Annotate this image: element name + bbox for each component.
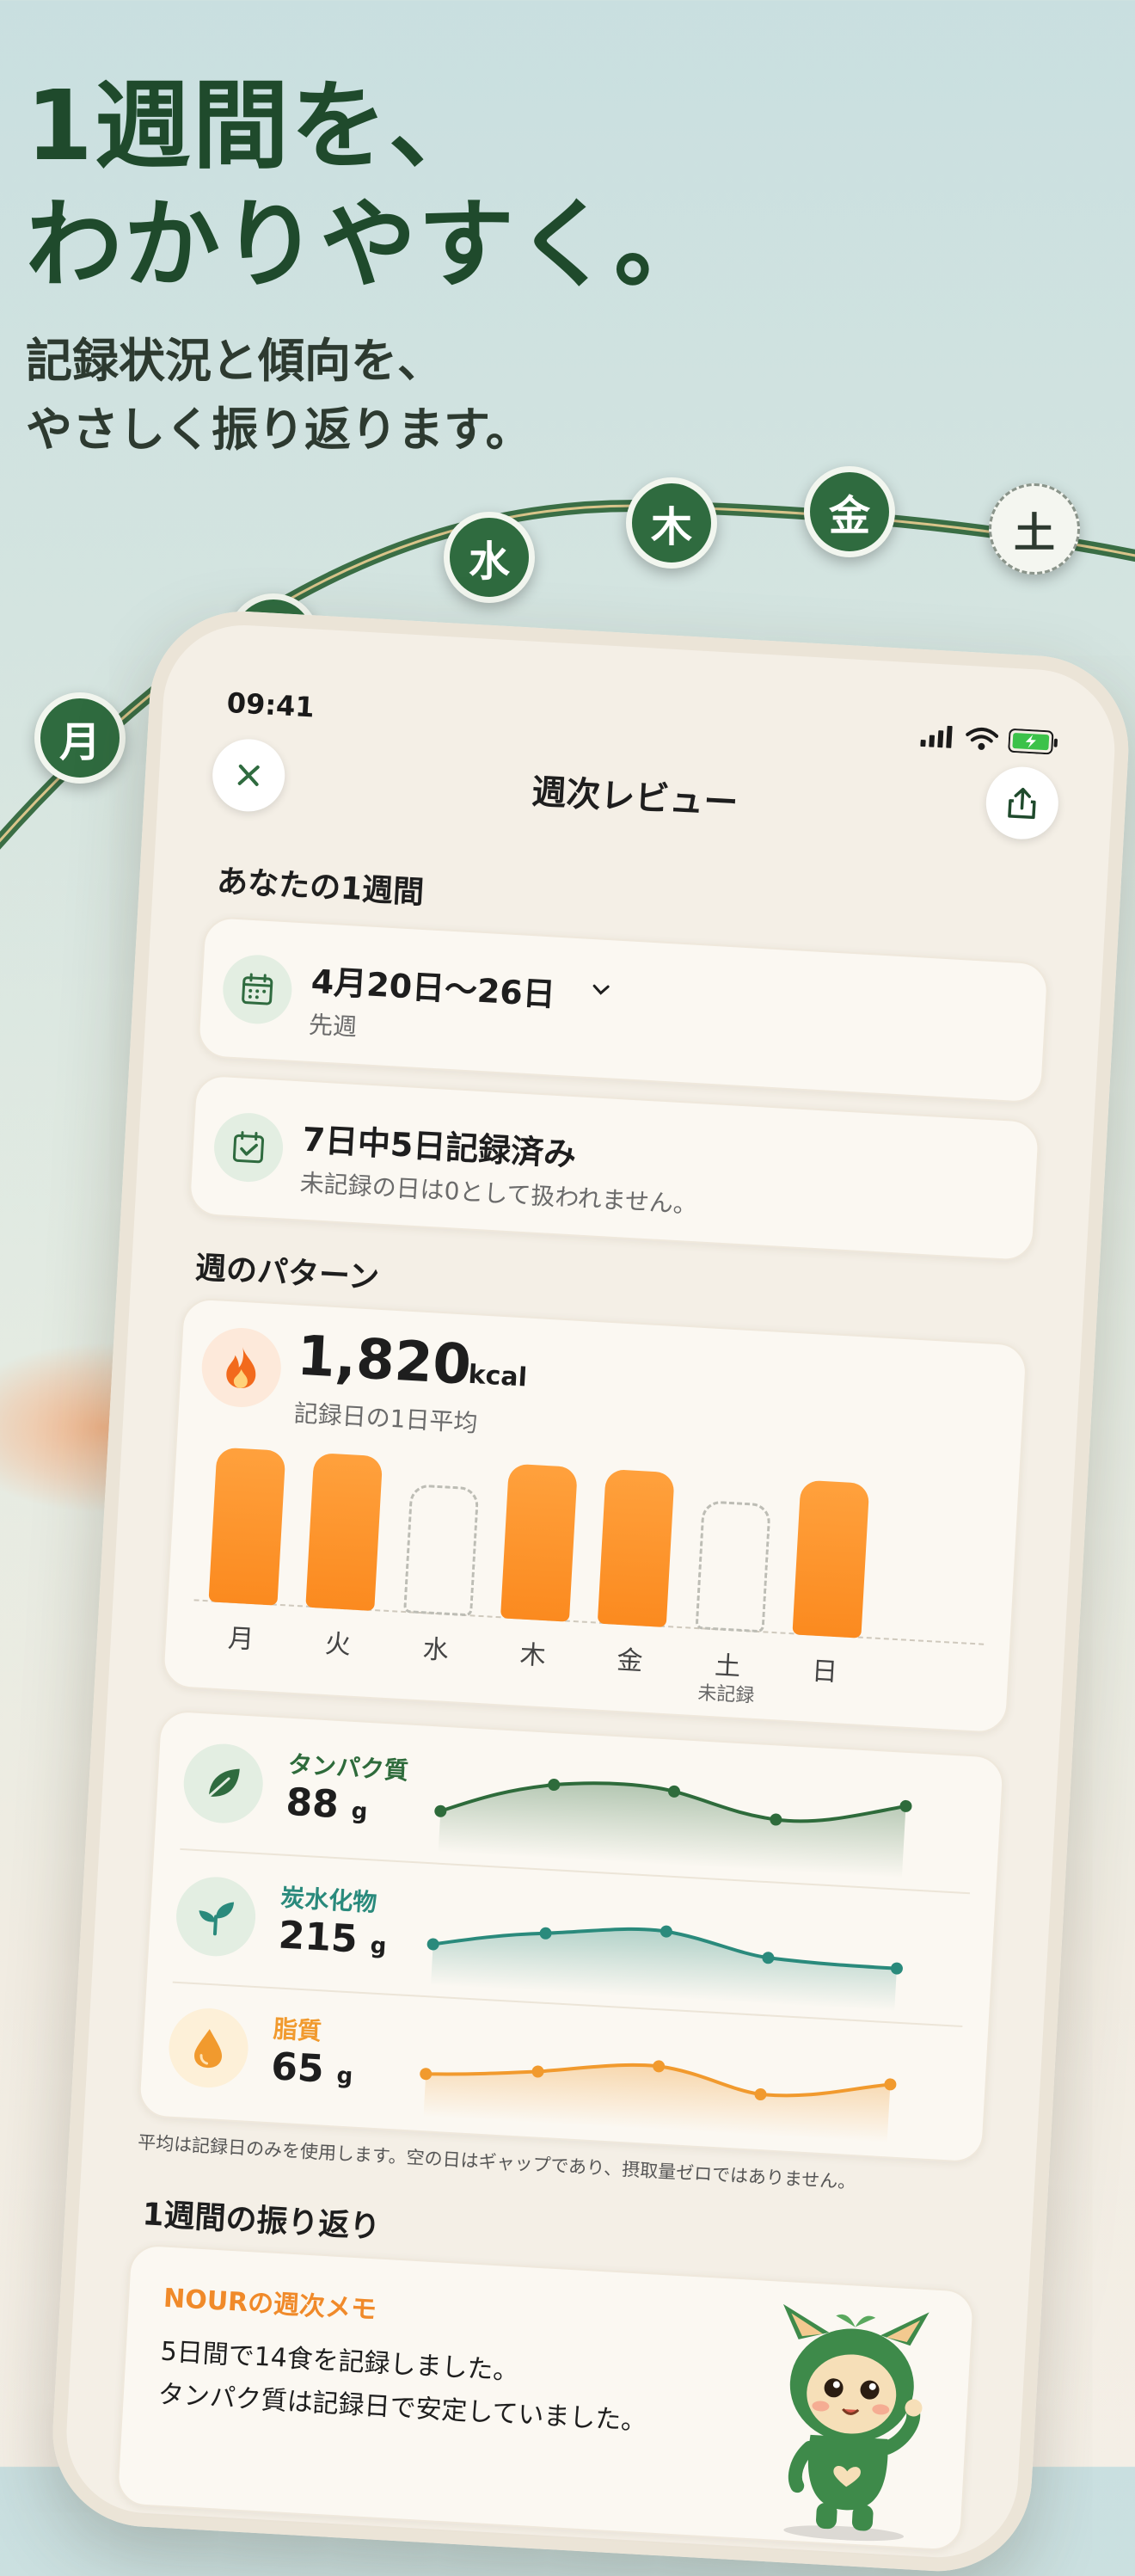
- sprout-icon: [199, 1902, 235, 1936]
- bar-day-label: 月: [227, 1623, 255, 1656]
- status-time: 09:41: [225, 685, 316, 724]
- calorie-unit: kcal: [467, 1359, 528, 1393]
- chevron-down-icon: [592, 984, 610, 995]
- fat-sparkline: [420, 2060, 897, 2143]
- nav-title: 週次レビュー: [531, 772, 739, 824]
- memo-title: NOURの週次メモ: [163, 2283, 377, 2326]
- calorie-bar: [208, 1447, 286, 1606]
- day-circle-wed: 水: [444, 512, 535, 603]
- drop-icon-bubble: [167, 2006, 251, 2090]
- bar-day-label: 水: [421, 1634, 450, 1666]
- day-circle-fri: 金: [804, 466, 895, 557]
- calendar-icon-bubble: [221, 953, 294, 1026]
- memo-line2: タンパク質は記録日で安定していました。: [156, 2379, 648, 2438]
- battery-icon: [1008, 729, 1058, 755]
- calorie-bar: [500, 1463, 578, 1622]
- carbs-value: 215 g: [277, 1913, 388, 1962]
- record-summary-card: 7日中5日記録済み 未記録の日は0として扱われません。: [187, 1073, 1041, 1263]
- calorie-bar-empty: [695, 1500, 771, 1633]
- calorie-bar: [305, 1452, 383, 1612]
- date-range-text: 4月20日〜26日: [310, 962, 556, 1014]
- calendar-check-icon-bubble: [212, 1110, 285, 1184]
- signal-icon: [920, 725, 953, 748]
- section-title-pattern: 週のパターン: [193, 1250, 381, 1296]
- calorie-value: 1,820: [295, 1324, 473, 1398]
- phone-screen: 09:41 週次レビュー あなたの1週間 4月20日〜26日 先週 7日中5日記…: [73, 634, 1106, 2575]
- leaf-icon: [207, 1768, 240, 1798]
- calendar-check-icon: [232, 1131, 265, 1164]
- phone-mockup: 09:41 週次レビュー あなたの1週間 4月20日〜26日 先週 7日中5日記…: [47, 606, 1134, 2576]
- record-note: 未記録の日は0として扱われません。: [298, 1168, 698, 1220]
- calorie-bar: [792, 1479, 870, 1638]
- fat-label: 脂質: [272, 2014, 322, 2046]
- flame-icon: [226, 1347, 256, 1388]
- share-icon: [1008, 787, 1036, 820]
- carbs-label: 炭水化物: [279, 1883, 378, 1917]
- weekly-memo-card: NOURの週次メモ 5日間で14食を記録しました。 タンパク質は記録日で安定して…: [115, 2243, 976, 2552]
- status-icons: [920, 723, 1058, 755]
- drop-icon: [194, 2029, 223, 2069]
- fat-value: 65 g: [270, 2044, 353, 2092]
- day-circle-thu: 木: [626, 477, 717, 569]
- protein-sparkline: [434, 1779, 912, 1878]
- calorie-bar-chart: [193, 1438, 993, 1645]
- bar-day-label: 金: [616, 1645, 644, 1677]
- date-range-card[interactable]: 4月20日〜26日 先週: [196, 915, 1050, 1104]
- calorie-bar: [597, 1468, 675, 1628]
- section-title-week: あなたの1週間: [216, 864, 426, 911]
- sprout-icon-bubble: [174, 1874, 258, 1958]
- bar-day-label: 日: [811, 1656, 839, 1688]
- date-caption: 先週: [308, 1010, 358, 1042]
- unrecorded-label: 未記録: [696, 1682, 756, 1707]
- bar-day-label: 木: [518, 1639, 547, 1672]
- macros-card: タンパク質 88 g 炭水化物 215 g 脂質 65 g: [137, 1709, 1005, 2164]
- bar-day-label: 火: [323, 1628, 352, 1661]
- calorie-caption: 記録日の1日平均: [292, 1399, 479, 1438]
- calorie-chart-card: 1,820 kcal 記録日の1日平均 月火水木金土未記録日: [161, 1297, 1028, 1735]
- flame-icon-bubble: [199, 1325, 284, 1410]
- day-circle-mon: 月: [34, 692, 126, 784]
- wifi-icon: [966, 727, 999, 750]
- calendar-icon: [242, 973, 273, 1005]
- calorie-bar-empty: [403, 1484, 480, 1617]
- day-circle-sat-pending: 土: [989, 483, 1080, 575]
- section-title-reflection: 1週間の振り返り: [141, 2197, 382, 2246]
- protein-value: 88 g: [285, 1780, 369, 1828]
- leaf-icon-bubble: [181, 1742, 266, 1826]
- nour-mascot: [782, 2303, 929, 2542]
- carbs-sparkline: [426, 1925, 903, 2012]
